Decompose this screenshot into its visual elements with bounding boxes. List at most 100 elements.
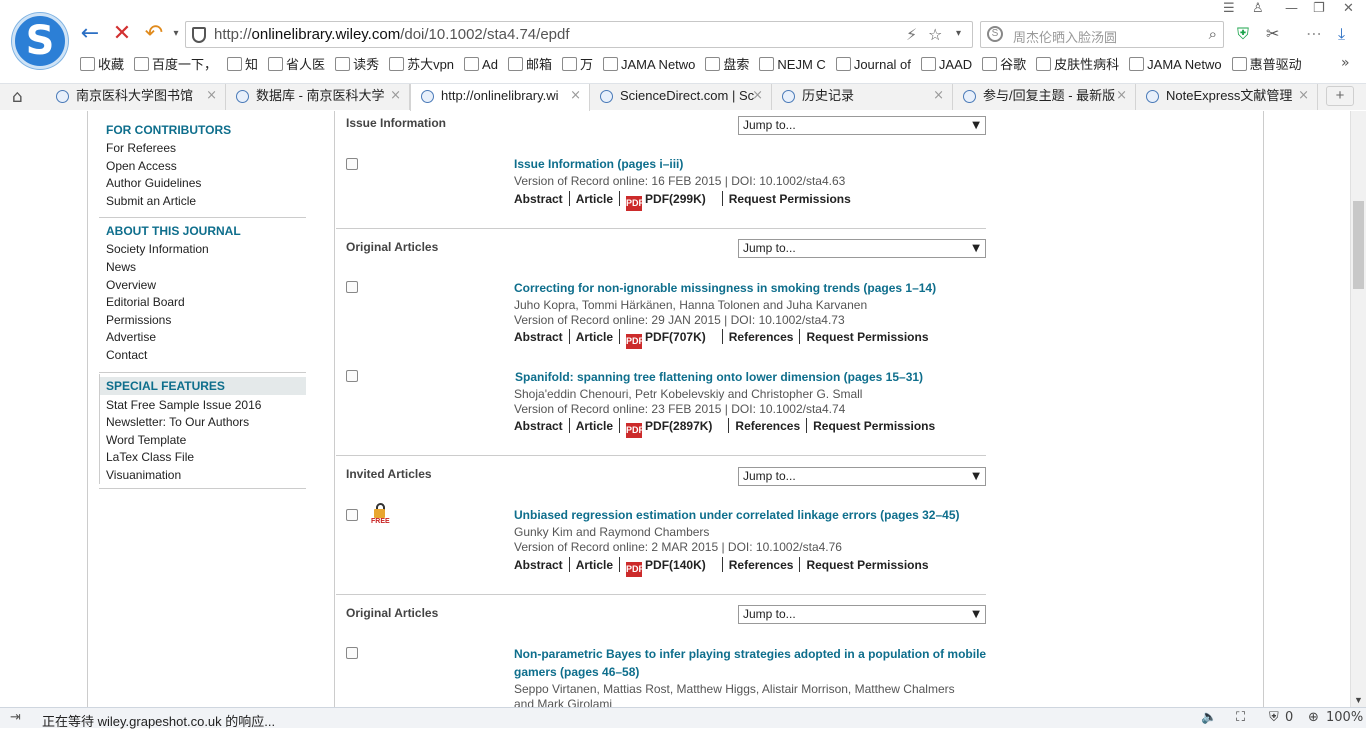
browser-tab[interactable]: 历史记录 × bbox=[772, 84, 953, 110]
sidebar-link[interactable]: Visuanimation bbox=[99, 467, 306, 485]
article-title[interactable]: Issue Information (pages i–iii) bbox=[514, 156, 683, 173]
jump-to-select[interactable]: Jump to... ▼ bbox=[738, 467, 986, 486]
scrollbar-thumb[interactable] bbox=[1353, 201, 1364, 289]
bookmark-item[interactable]: JAMA Netwo bbox=[602, 55, 695, 75]
article-checkbox[interactable] bbox=[346, 647, 358, 659]
abstract-link[interactable]: Abstract bbox=[514, 330, 563, 344]
article-link[interactable]: Article bbox=[576, 330, 613, 344]
tab-close-icon[interactable]: × bbox=[1298, 84, 1309, 108]
zoom-icon[interactable]: ⊕ bbox=[1308, 710, 1319, 725]
request-permissions-link[interactable]: Request Permissions bbox=[806, 330, 928, 344]
bookmark-item[interactable]: 省人医 bbox=[268, 55, 325, 75]
bookmark-item[interactable]: NEJM C bbox=[759, 55, 826, 75]
sidebar-link[interactable]: Editorial Board bbox=[99, 294, 306, 312]
url-text[interactable]: http://onlinelibrary.wiley.com/doi/10.10… bbox=[214, 26, 570, 43]
bookmark-item[interactable]: JAMA Netwo bbox=[1129, 55, 1222, 75]
article-checkbox[interactable] bbox=[346, 370, 358, 382]
zoom-level[interactable]: 100% bbox=[1326, 710, 1363, 725]
tab-close-icon[interactable]: × bbox=[390, 84, 401, 108]
jump-to-select[interactable]: Jump to... ▼ bbox=[738, 116, 986, 135]
jump-to-select[interactable]: Jump to... ▼ bbox=[738, 605, 986, 624]
lightning-icon[interactable]: ⚡ bbox=[906, 25, 917, 44]
bookmark-item[interactable]: 知 bbox=[227, 55, 258, 75]
article-title-continued[interactable]: gamers (pages 46–58) bbox=[514, 664, 639, 681]
back-arrow-icon[interactable]: ← bbox=[78, 22, 102, 46]
abstract-link[interactable]: Abstract bbox=[514, 192, 563, 206]
bookmark-item[interactable]: 谷歌 bbox=[982, 55, 1026, 75]
article-checkbox[interactable] bbox=[346, 158, 358, 170]
tab-close-icon[interactable]: × bbox=[933, 84, 944, 108]
browser-logo[interactable]: S bbox=[12, 13, 68, 69]
bookmark-item[interactable]: Journal of bbox=[835, 55, 911, 75]
browser-tab[interactable]: http://onlinelibrary.wi × bbox=[410, 84, 590, 111]
adblock-icon[interactable]: ⛨ bbox=[1269, 710, 1279, 725]
mute-icon[interactable]: 🔈 bbox=[1201, 710, 1217, 725]
sidebar-link[interactable]: For Referees bbox=[99, 140, 306, 158]
screenshot-icon[interactable]: ⛶ bbox=[1236, 710, 1245, 725]
sidebar-link[interactable]: Submit an Article bbox=[99, 193, 306, 211]
sidebar-link[interactable]: Advertise bbox=[99, 329, 306, 347]
request-permissions-link[interactable]: Request Permissions bbox=[813, 419, 935, 433]
bookmark-item[interactable]: 皮肤性病科 bbox=[1036, 55, 1119, 75]
page-scrollbar[interactable]: ▼ bbox=[1350, 111, 1366, 707]
chevron-down-icon[interactable]: ▾ bbox=[956, 28, 961, 39]
star-bookmark-icon[interactable]: ☆ bbox=[928, 25, 942, 44]
sidebar-link[interactable]: Permissions bbox=[99, 312, 306, 330]
article-link[interactable]: Article bbox=[576, 419, 613, 433]
download-icon[interactable]: ⤓ bbox=[1338, 24, 1345, 44]
abstract-link[interactable]: Abstract bbox=[514, 419, 563, 433]
address-bar[interactable]: http://onlinelibrary.wiley.com/doi/10.10… bbox=[185, 21, 973, 48]
more-options-icon[interactable]: ⋯ bbox=[1306, 24, 1322, 43]
pdf-link[interactable]: PDF(2897K) bbox=[645, 419, 712, 433]
article-title[interactable]: Spanifold: spanning tree flattening onto… bbox=[515, 369, 923, 386]
article-link[interactable]: Article bbox=[576, 192, 613, 206]
sidebar-link[interactable]: Word Template bbox=[99, 432, 306, 450]
bookmark-item[interactable]: Ad bbox=[464, 55, 498, 75]
bookmark-item[interactable]: 惠普驱动 bbox=[1231, 55, 1302, 75]
search-engine-icon[interactable]: S bbox=[987, 26, 1003, 42]
sidebar-link[interactable]: Author Guidelines bbox=[99, 175, 306, 193]
bookmark-item[interactable]: 百度一下， bbox=[134, 55, 217, 75]
menu-icon[interactable]: ☰ bbox=[1223, 1, 1235, 16]
scissors-icon[interactable]: ✂ bbox=[1266, 24, 1279, 43]
tab-close-icon[interactable]: × bbox=[570, 84, 581, 108]
browser-tab[interactable]: ScienceDirect.com | Sc × bbox=[590, 84, 772, 110]
article-link[interactable]: Article bbox=[576, 558, 613, 572]
article-title[interactable]: Correcting for non-ignorable missingness… bbox=[514, 280, 936, 297]
search-box[interactable]: S 周杰伦晒入脸汤圆 ⌕ bbox=[980, 21, 1224, 48]
sidebar-link[interactable]: Open Access bbox=[99, 158, 306, 176]
article-checkbox[interactable] bbox=[346, 281, 358, 293]
sidebar-link[interactable]: News bbox=[99, 259, 306, 277]
sidebar-link[interactable]: Stat Free Sample Issue 2016 bbox=[99, 397, 306, 415]
sidebar-link[interactable]: Contact bbox=[99, 347, 306, 365]
browser-tab[interactable]: 参与/回复主题 - 最新版 × bbox=[953, 84, 1136, 110]
new-tab-button[interactable]: + bbox=[1326, 86, 1354, 106]
restore-icon[interactable]: ❐ bbox=[1313, 1, 1325, 16]
tab-close-icon[interactable]: × bbox=[1116, 84, 1127, 108]
references-link[interactable]: References bbox=[729, 330, 794, 344]
undo-close-icon[interactable]: ↶ bbox=[142, 22, 166, 46]
jump-to-select[interactable]: Jump to... ▼ bbox=[738, 239, 986, 258]
sidebar-toggle-icon[interactable]: ⇥ bbox=[10, 710, 21, 725]
pdf-link[interactable]: PDF(299K) bbox=[645, 192, 706, 206]
sidebar-link[interactable]: LaTex Class File bbox=[99, 449, 306, 467]
tab-close-icon[interactable]: × bbox=[752, 84, 763, 108]
browser-tab[interactable]: 数据库 - 南京医科大学 × bbox=[226, 84, 410, 110]
abstract-link[interactable]: Abstract bbox=[514, 558, 563, 572]
close-window-icon[interactable]: ✕ bbox=[1343, 1, 1354, 16]
browser-tab[interactable]: NoteExpress文献管理 × bbox=[1136, 84, 1318, 110]
security-guard-icon[interactable]: ⛨ bbox=[1237, 24, 1249, 44]
bookmark-item[interactable]: 读秀 bbox=[335, 55, 379, 75]
bookmark-item[interactable]: 盘索 bbox=[705, 55, 749, 75]
bookmark-item[interactable]: 邮箱 bbox=[507, 55, 552, 75]
sidebar-link[interactable]: Newsletter: To Our Authors bbox=[99, 414, 306, 432]
references-link[interactable]: References bbox=[735, 419, 800, 433]
sidebar-link[interactable]: Overview bbox=[99, 277, 306, 295]
sidebar-link[interactable]: Society Information bbox=[99, 241, 306, 259]
home-icon[interactable]: ⌂ bbox=[12, 87, 23, 107]
article-title[interactable]: Non-parametric Bayes to infer playing st… bbox=[514, 646, 986, 663]
bookmarks-overflow-icon[interactable]: » bbox=[1341, 55, 1350, 71]
scroll-down-arrow-icon[interactable]: ▼ bbox=[1354, 695, 1363, 705]
references-link[interactable]: References bbox=[729, 558, 794, 572]
search-icon[interactable]: ⌕ bbox=[1209, 25, 1217, 43]
